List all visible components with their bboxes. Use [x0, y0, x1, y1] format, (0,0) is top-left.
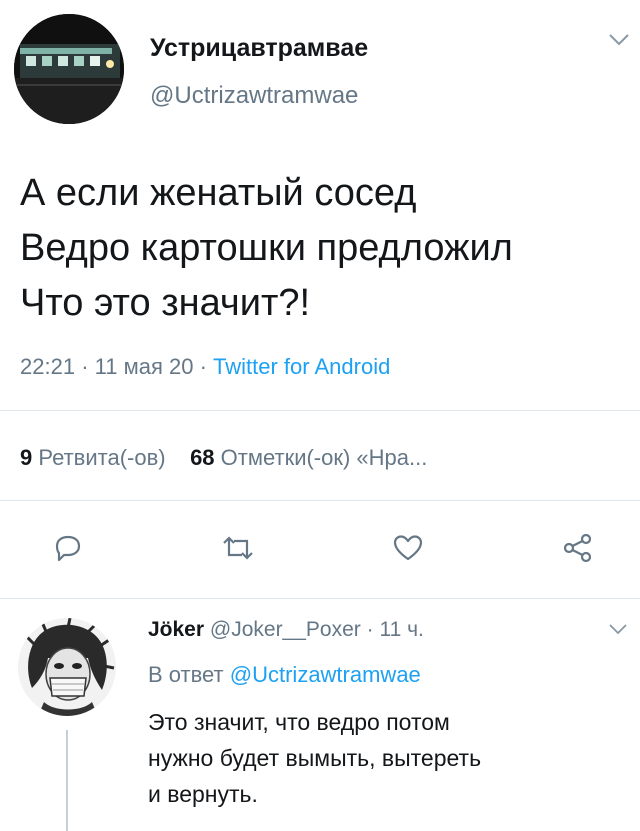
reply-prefix: В ответ: [148, 662, 224, 687]
reply-author-avatar[interactable]: [18, 618, 116, 716]
likes-label: Отметки(-ок) «Нра...: [220, 445, 428, 470]
tweet-meta: 22:21 · 11 мая 20 · Twitter for Android: [20, 354, 390, 380]
retweet-icon: [220, 531, 256, 570]
retweet-button[interactable]: [214, 526, 262, 574]
tweet-stats: 9 Ретвита(-ов) 68 Отметки(-ок) «Нра...: [20, 445, 427, 471]
tweet-source-link[interactable]: Twitter for Android: [213, 354, 390, 379]
divider: [0, 598, 640, 599]
author-handle[interactable]: @Uctrizawtramwae: [150, 82, 358, 110]
retweets-stat[interactable]: 9 Ретвита(-ов): [20, 445, 166, 470]
reply-mention-link[interactable]: @Uctrizawtramwae: [230, 662, 421, 687]
tweet-time: 22:21: [20, 354, 76, 379]
reply-icon: [51, 531, 85, 570]
action-bar: [0, 526, 640, 576]
author-name[interactable]: Устрицавтрамвае: [150, 34, 368, 63]
reply-text: Это значит, что ведро потом нужно будет …: [148, 704, 628, 812]
likes-count: 68: [190, 445, 215, 470]
reply-text-line: и вернуть.: [148, 781, 258, 807]
heart-icon: [391, 531, 425, 570]
meta-separator: ·: [81, 354, 95, 379]
replying-to: В ответ @Uctrizawtramwae: [148, 662, 421, 688]
reply-tweet[interactable]: Jöker @Joker__Poxer · 11 ч. В ответ @Uct…: [0, 600, 640, 831]
likes-stat[interactable]: 68 Отметки(-ок) «Нра...: [190, 445, 427, 470]
reply-text-line: Это значит, что ведро потом: [148, 709, 450, 735]
reply-header: Jöker @Joker__Poxer · 11 ч.: [148, 618, 424, 642]
retweets-label: Ретвита(-ов): [38, 445, 166, 470]
thread-line: [66, 730, 68, 831]
tweet-text-line: Ведро картошки предложил: [20, 227, 513, 269]
reply-button[interactable]: [44, 526, 92, 574]
author-avatar[interactable]: [14, 14, 124, 124]
divider: [0, 500, 640, 501]
like-button[interactable]: [384, 526, 432, 574]
chevron-down-icon[interactable]: [608, 32, 630, 48]
retweets-count: 9: [20, 445, 33, 470]
divider: [0, 410, 640, 411]
meta-separator: ·: [366, 618, 380, 641]
share-icon: [561, 531, 595, 570]
tweet-text: А если женатый сосед Ведро картошки пред…: [20, 166, 630, 331]
chevron-down-icon[interactable]: [608, 622, 628, 636]
reply-author-handle[interactable]: @Joker__Poxer: [210, 618, 361, 641]
tweet-text-line: Что это значит?!: [20, 282, 311, 324]
share-button[interactable]: [554, 526, 602, 574]
tweet-text-line: А если женатый сосед: [20, 172, 417, 214]
meta-separator: ·: [199, 354, 214, 379]
tweet-header: Устрицавтрамвае @Uctrizawtramwae: [0, 0, 640, 150]
reply-age: 11 ч.: [379, 618, 424, 641]
tweet-date: 11 мая 20: [94, 354, 194, 379]
reply-author-name[interactable]: Jöker: [148, 618, 204, 641]
reply-text-line: нужно будет вымыть, вытереть: [148, 745, 482, 771]
